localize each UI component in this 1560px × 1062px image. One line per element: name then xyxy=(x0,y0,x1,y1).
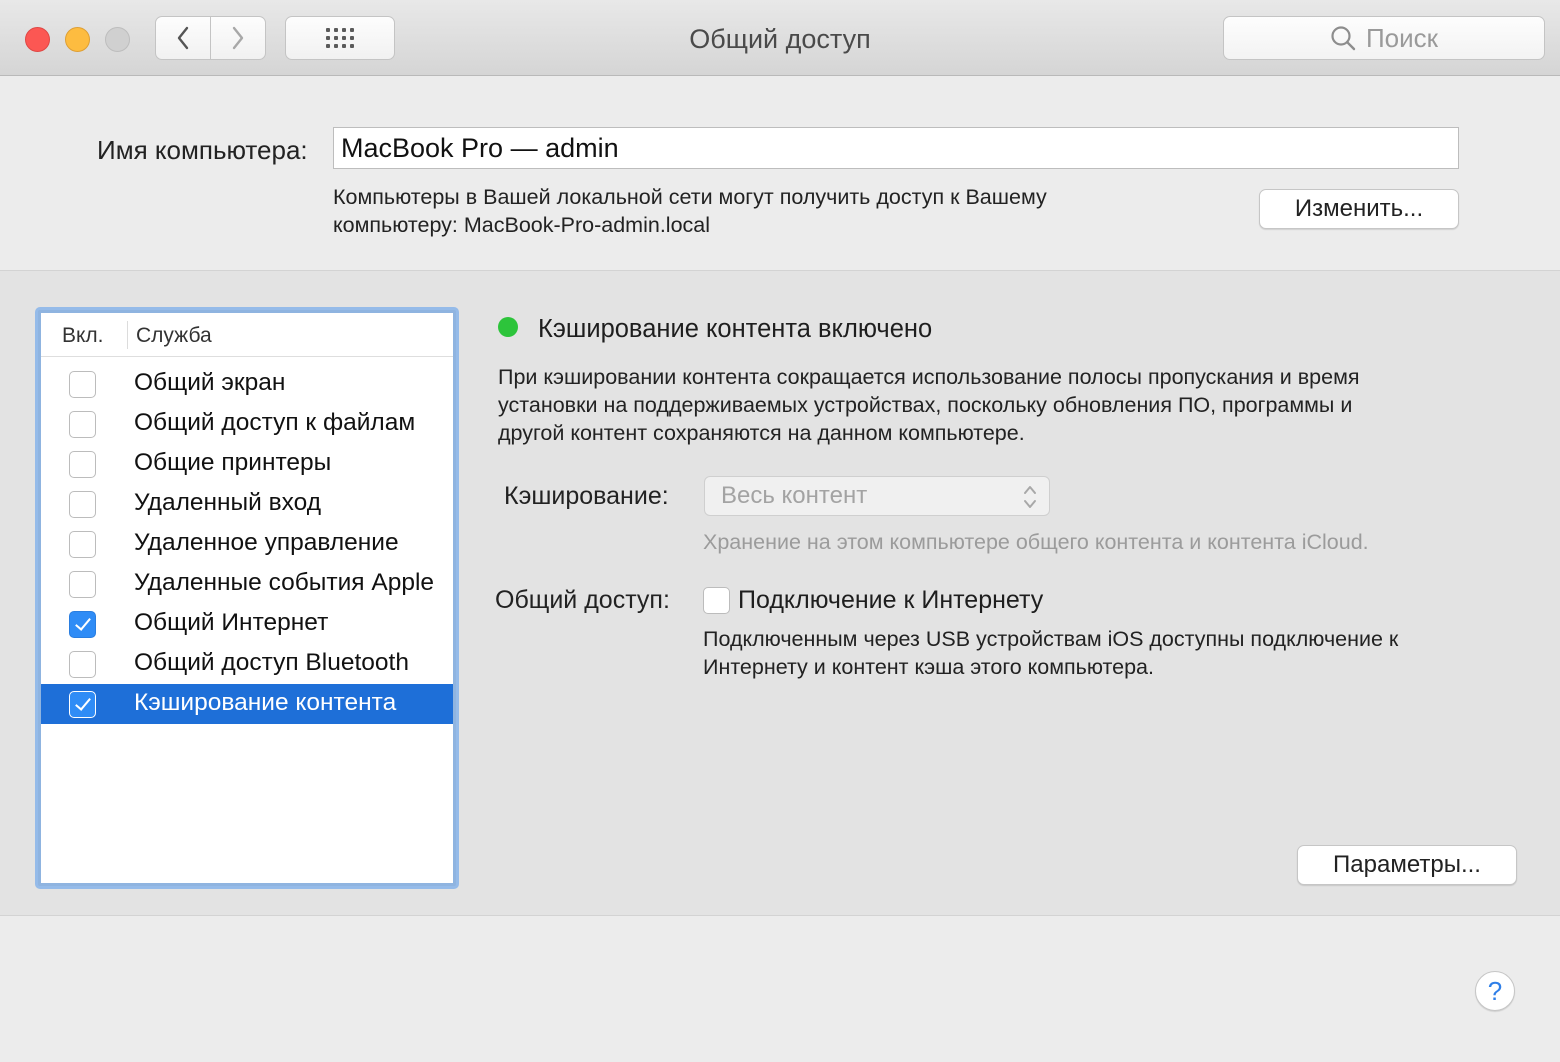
service-row[interactable]: Кэширование контента xyxy=(41,684,453,724)
service-row[interactable]: Общие принтеры xyxy=(41,444,453,484)
caching-select-value: Весь контент xyxy=(721,482,868,509)
service-label: Общий Интернет xyxy=(134,609,329,636)
sharing-label: Общий доступ: xyxy=(495,586,670,614)
sharing-description: Подключенным через USB устройствам iOS д… xyxy=(703,625,1503,681)
service-description: При кэшировании контента сокращается исп… xyxy=(498,363,1478,447)
service-checkbox[interactable] xyxy=(69,691,96,718)
service-row[interactable]: Общий доступ Bluetooth xyxy=(41,644,453,684)
column-separator xyxy=(127,321,128,349)
service-row[interactable]: Общий Интернет xyxy=(41,604,453,644)
service-status-title: Кэширование контента включено xyxy=(538,315,933,343)
updown-arrows-icon xyxy=(1024,486,1036,508)
service-label: Общий экран xyxy=(134,369,286,396)
service-checkbox[interactable] xyxy=(69,491,96,518)
service-label: Удаленный вход xyxy=(134,489,322,516)
caching-hint: Хранение на этом компьютере общего конте… xyxy=(703,530,1369,554)
service-description-line: При кэшировании контента сокращается исп… xyxy=(498,365,1360,389)
service-list[interactable]: Вкл. Служба Общий экран Общий доступ к фа… xyxy=(35,307,459,889)
service-label: Кэширование контента xyxy=(134,689,397,716)
service-checkbox[interactable] xyxy=(69,411,96,438)
service-row[interactable]: Общий экран xyxy=(41,364,453,404)
service-checkbox[interactable] xyxy=(69,371,96,398)
computer-name-description-line: компьютеру: MacBook-Pro-admin.local xyxy=(333,213,711,237)
caching-select[interactable]: Весь контент xyxy=(704,476,1050,516)
service-label: Общий доступ к файлам xyxy=(134,409,416,436)
service-description-line: установки на поддерживаемых устройствах,… xyxy=(498,393,1353,417)
computer-name-description: Компьютеры в Вашей локальной сети могут … xyxy=(333,183,1213,239)
service-row[interactable]: Общий доступ к файлам xyxy=(41,404,453,444)
search-field[interactable]: Поиск xyxy=(1223,16,1545,60)
service-row[interactable]: Удаленный вход xyxy=(41,484,453,524)
caching-label: Кэширование: xyxy=(504,482,669,510)
service-row[interactable]: Удаленные события Apple xyxy=(41,564,453,604)
title-bar: Общий доступ Поиск xyxy=(0,0,1560,76)
computer-name-input[interactable] xyxy=(333,127,1459,169)
options-button[interactable]: Параметры... xyxy=(1297,845,1517,885)
computer-name-description-line: Компьютеры в Вашей локальной сети могут … xyxy=(333,185,1047,209)
sharing-description-line: Подключенным через USB устройствам iOS д… xyxy=(703,627,1399,651)
service-description-line: другой контент сохраняются на данном ком… xyxy=(498,421,1025,445)
computer-name-label: Имя компьютера: xyxy=(97,135,308,165)
internet-connection-checkbox-label[interactable]: Подключение к Интернету xyxy=(738,586,1043,615)
status-indicator-icon xyxy=(498,317,518,337)
service-label: Общие принтеры xyxy=(134,449,332,476)
sharing-window: Общий доступ Поиск Имя компьютера: Компь… xyxy=(0,0,1560,1062)
internet-connection-checkbox[interactable] xyxy=(703,587,730,614)
service-label: Удаленные события Apple xyxy=(134,569,435,596)
service-checkbox[interactable] xyxy=(69,611,96,638)
service-checkbox[interactable] xyxy=(69,531,96,558)
change-name-button[interactable]: Изменить... xyxy=(1259,189,1459,229)
search-placeholder: Поиск xyxy=(1365,22,1439,53)
service-checkbox[interactable] xyxy=(69,451,96,478)
service-label: Общий доступ Bluetooth xyxy=(134,649,409,676)
search-icon xyxy=(1331,26,1356,51)
help-button[interactable]: ? xyxy=(1475,971,1515,1011)
service-label: Удаленное управление xyxy=(134,529,399,556)
column-header-on[interactable]: Вкл. xyxy=(62,324,104,348)
service-checkbox[interactable] xyxy=(69,651,96,678)
service-checkbox[interactable] xyxy=(69,571,96,598)
sharing-description-line: Интернету и контент кэша этого компьютер… xyxy=(703,655,1154,679)
column-header-service[interactable]: Служба xyxy=(136,324,212,348)
service-list-header: Вкл. Служба xyxy=(41,313,453,357)
service-row[interactable]: Удаленное управление xyxy=(41,524,453,564)
